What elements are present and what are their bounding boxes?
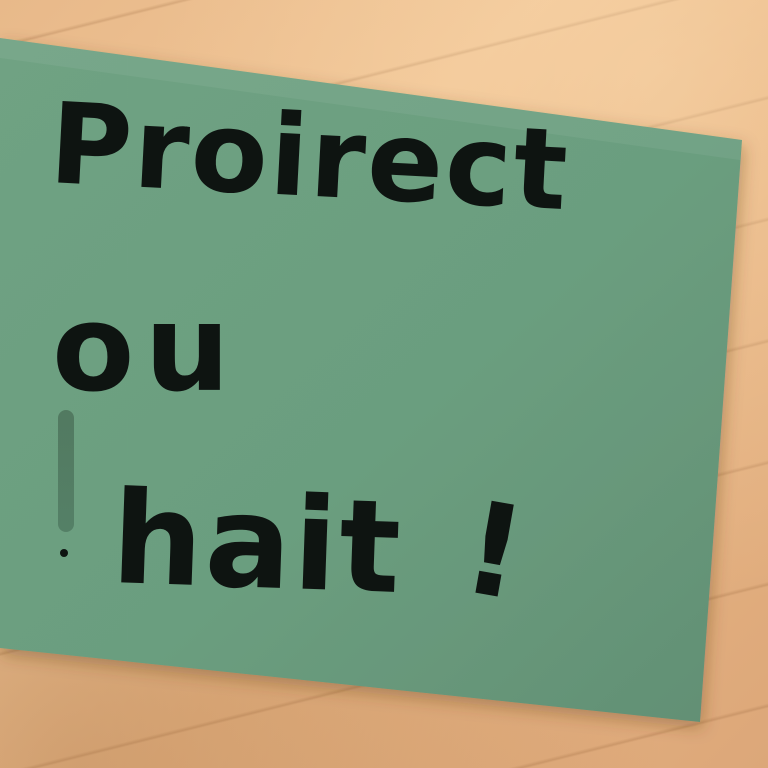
handwritten-line-2: ou <box>52 280 240 419</box>
photo-scene: Proirect ou hait! <box>0 0 768 768</box>
ink-dot <box>60 549 68 557</box>
handwritten-word-hait: hait <box>109 464 406 624</box>
ink-smudge <box>58 410 74 532</box>
handwritten-line-1: Proirect <box>46 79 573 237</box>
handwritten-line-3: hait! <box>109 464 537 630</box>
green-paper-note: Proirect ou hait! <box>0 0 768 768</box>
